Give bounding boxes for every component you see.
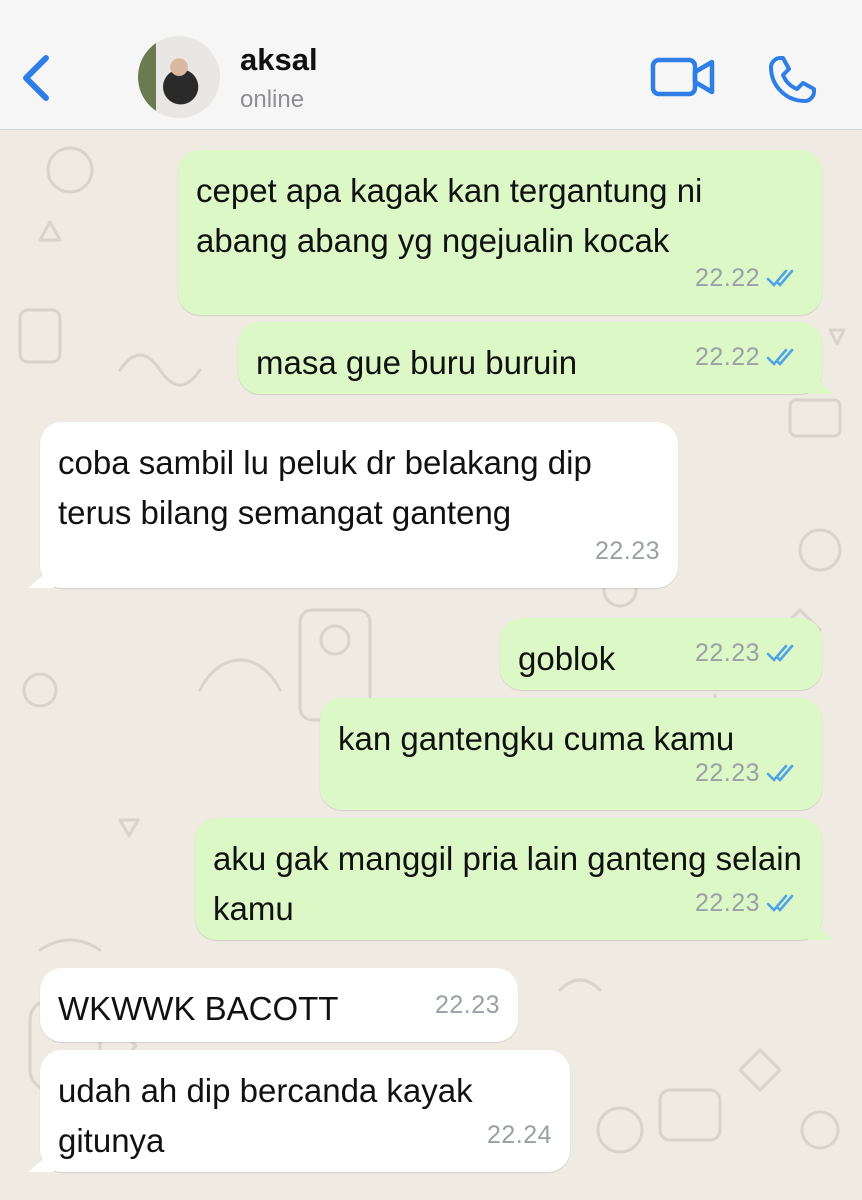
message-bubble[interactable]: WKWWK BACOTT 22.23: [40, 968, 518, 1042]
message-bubble[interactable]: aku gak manggil pria lain ganteng selain…: [195, 818, 822, 940]
message-meta: 22.23: [435, 980, 500, 1030]
message-text: kan gantengku cuma kamu: [338, 720, 735, 757]
message-bubble[interactable]: udah ah dip bercanda kayak gitunya 22.24: [40, 1050, 570, 1172]
message-text: coba sambil lu peluk dr belakang dip ter…: [58, 444, 592, 531]
message-bubble[interactable]: kan gantengku cuma kamu 22.23: [320, 698, 822, 810]
message-bubble[interactable]: cepet apa kagak kan tergantung ni abang …: [178, 150, 822, 315]
message-bubble[interactable]: goblok 22.23: [500, 618, 822, 690]
message-meta: 22.23: [695, 628, 802, 678]
message-text: masa gue buru buruin: [256, 344, 578, 381]
message-time: 22.23: [434, 991, 500, 1019]
contact-name[interactable]: aksal: [240, 42, 318, 78]
message-bubble[interactable]: masa gue buru buruin 22.22: [238, 322, 822, 394]
avatar[interactable]: [138, 36, 220, 118]
message-meta: 22.23: [695, 748, 802, 798]
chat-area: cepet apa kagak kan tergantung ni abang …: [0, 130, 862, 1200]
read-ticks-icon: [766, 644, 794, 662]
message-time: 22.24: [486, 1121, 552, 1149]
message-text: WKWWK BACOTT: [58, 990, 339, 1027]
message-time: 22.22: [694, 343, 760, 371]
message-time: 22.23: [694, 639, 760, 667]
chat-header: aksal online: [0, 0, 862, 130]
chevron-left-icon[interactable]: [14, 48, 58, 108]
message-time: 22.22: [694, 264, 760, 292]
message-time: 22.23: [694, 889, 760, 917]
read-ticks-icon: [766, 894, 794, 912]
message-meta: 22.23: [595, 526, 660, 576]
message-time: 22.23: [694, 759, 760, 787]
message-time: 22.23: [594, 537, 660, 565]
read-ticks-icon: [766, 348, 794, 366]
message-meta: 22.24: [487, 1110, 552, 1160]
message-meta: 22.22: [695, 332, 802, 382]
message-meta: 22.23: [695, 878, 802, 928]
read-ticks-icon: [766, 764, 794, 782]
message-bubble[interactable]: coba sambil lu peluk dr belakang dip ter…: [40, 422, 678, 588]
phone-icon[interactable]: [766, 54, 818, 106]
read-ticks-icon: [766, 269, 794, 287]
video-call-icon[interactable]: [650, 54, 716, 100]
message-text: cepet apa kagak kan tergantung ni abang …: [196, 172, 703, 259]
contact-status: online: [240, 86, 305, 113]
message-meta: 22.22: [695, 253, 802, 303]
message-text: goblok: [518, 640, 616, 677]
message-text: udah ah dip bercanda kayak gitunya: [58, 1072, 473, 1159]
